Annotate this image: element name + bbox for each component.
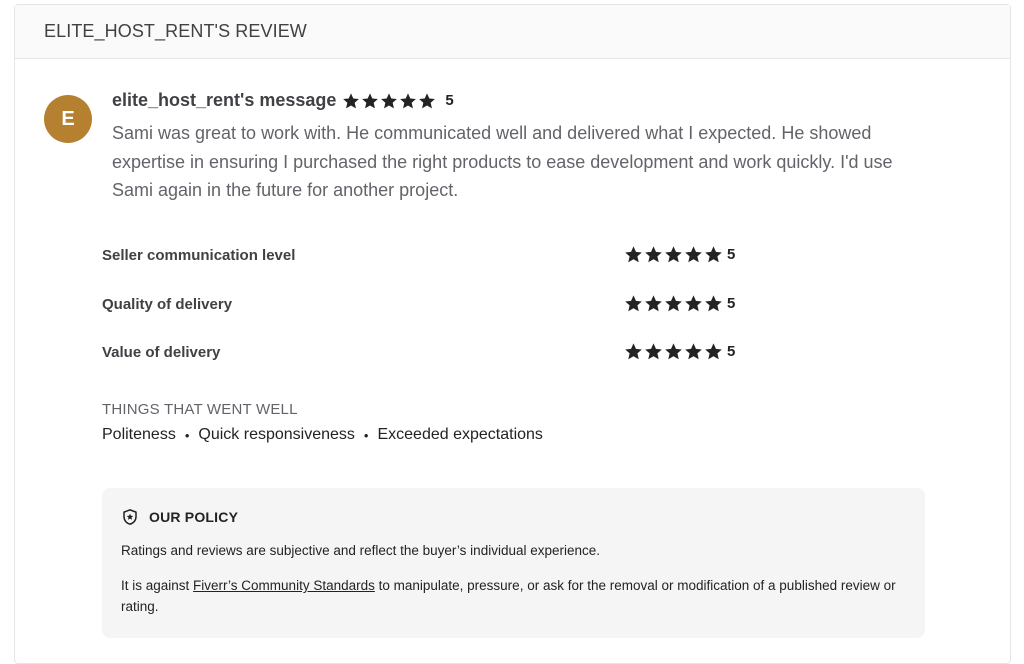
rating-row: Seller communication level 5 — [102, 245, 802, 294]
tag-separator: • — [363, 427, 369, 443]
policy-header: OUR POLICY — [121, 508, 906, 526]
rating-label: Seller communication level — [102, 247, 296, 264]
star-icon — [343, 92, 360, 108]
shield-star-icon — [123, 509, 137, 525]
message-score: 5 — [445, 92, 454, 109]
message-stars — [342, 92, 436, 110]
went-well-tag: Quick responsiveness — [198, 426, 355, 443]
star-icon — [645, 246, 662, 263]
review-text: Sami was great to work with. He communic… — [112, 123, 893, 200]
rating-stars: 5 — [624, 245, 735, 264]
avatar-initial: E — [61, 107, 75, 130]
rating-stars: 5 — [624, 294, 735, 313]
avatar[interactable]: E — [44, 95, 92, 143]
star-icon — [685, 246, 702, 263]
policy-title: OUR POLICY — [149, 509, 239, 525]
rating-row: Quality of delivery 5 — [102, 294, 802, 343]
community-standards-link[interactable]: Fiverr’s Community Standards — [193, 578, 375, 593]
star-icon — [685, 343, 702, 360]
policy-text: It is against Fiverr’s Community Standar… — [121, 575, 906, 617]
rating-stars: 5 — [624, 342, 735, 361]
star-icon — [625, 343, 642, 360]
rating-label: Value of delivery — [102, 344, 221, 361]
went-well-tag: Exceeded expectations — [377, 426, 543, 443]
star-icon — [665, 294, 682, 311]
rating-score: 5 — [727, 246, 736, 263]
review-header: ELITE_HOST_RENT'S REVIEW — [15, 5, 1010, 59]
star-icon — [381, 92, 398, 108]
rating-row: Value of delivery 5 — [102, 342, 802, 391]
message-header: elite_host_rent's message 5 — [112, 90, 454, 111]
star-icon — [419, 92, 436, 108]
went-well-title: THINGS THAT WENT WELL — [102, 401, 298, 418]
star-icon — [362, 92, 379, 108]
rating-score: 5 — [727, 294, 736, 312]
tag-separator: • — [184, 427, 190, 443]
policy-box: OUR POLICY Ratings and reviews are subje… — [102, 488, 925, 638]
went-well-tag: Politeness — [102, 426, 176, 443]
star-icon — [705, 294, 722, 311]
star-icon — [685, 294, 702, 311]
star-icon — [665, 246, 682, 263]
star-icon — [705, 343, 722, 360]
message-author: elite_host_rent's message — [112, 90, 337, 110]
star-icon — [705, 246, 722, 263]
star-icon — [645, 294, 662, 311]
review-title: ELITE_HOST_RENT'S REVIEW — [44, 21, 307, 41]
rating-score: 5 — [727, 343, 736, 360]
star-icon — [645, 343, 662, 360]
star-icon — [625, 246, 642, 263]
review-card: ELITE_HOST_RENT'S REVIEW E elite_host_re… — [14, 4, 1011, 664]
things-went-well: THINGS THAT WENT WELL Politeness • Quick… — [102, 401, 543, 444]
star-icon — [625, 294, 642, 311]
rating-label: Quality of delivery — [102, 295, 233, 313]
went-well-tags: Politeness • Quick responsiveness • Exce… — [102, 426, 543, 444]
ratings-breakdown: Seller communication level 5 Quality of … — [102, 245, 802, 391]
policy-text-part: It is against — [121, 578, 194, 593]
star-icon — [400, 92, 417, 108]
policy-text: Ratings and reviews are subjective and r… — [121, 543, 601, 558]
star-icon — [665, 343, 682, 360]
